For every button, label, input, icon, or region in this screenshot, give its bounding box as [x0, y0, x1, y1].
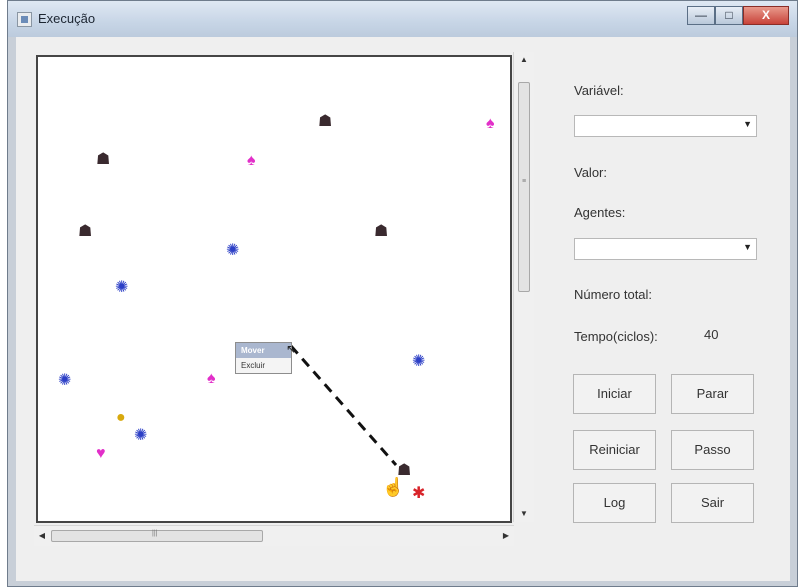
title-bar: Execução — □ X [8, 1, 797, 37]
scroll-left-icon[interactable]: ◀ [34, 526, 50, 546]
scroll-up-icon[interactable]: ▲ [514, 52, 534, 68]
java-app-icon [17, 12, 32, 27]
sair-button[interactable]: Sair [671, 483, 754, 523]
window-controls: — □ X [687, 6, 789, 26]
maximize-button[interactable]: □ [715, 6, 743, 25]
window-title: Execução [38, 11, 96, 26]
vertical-scrollbar[interactable]: ▲ ≡ ▼ [513, 52, 534, 522]
context-menu-item-excluir[interactable]: Excluir [236, 358, 291, 373]
move-path-line [289, 345, 398, 466]
hand-cursor-icon: ☝ [382, 477, 405, 497]
passo-button[interactable]: Passo [671, 430, 754, 470]
agentes-label: Agentes: [574, 205, 626, 220]
context-menu: Mover Excluir [235, 342, 292, 374]
minimize-button[interactable]: — [687, 6, 715, 25]
tempo-label: Tempo(ciclos): [574, 329, 658, 344]
variavel-select[interactable]: ▼ [574, 115, 757, 137]
iniciar-button[interactable]: Iniciar [573, 374, 656, 414]
close-button[interactable]: X [743, 6, 789, 25]
valor-label: Valor: [574, 165, 607, 180]
context-menu-item-mover[interactable]: Mover [236, 343, 291, 358]
tempo-value: 40 [704, 327, 719, 342]
scroll-down-icon[interactable]: ▼ [514, 506, 534, 522]
chevron-down-icon: ▼ [743, 242, 752, 252]
horizontal-scrollbar[interactable]: ◀ ||| ▶ [34, 525, 514, 546]
chevron-down-icon: ▼ [743, 119, 752, 129]
agentes-select[interactable]: ▼ [574, 238, 757, 260]
scroll-right-icon[interactable]: ▶ [498, 526, 514, 546]
main-window: Execução — □ X ☗ ☗ ☗ ☗ ☗ ♠ ♠ ♠ ✺ ✺ ✺ ✺ ✺… [7, 0, 798, 587]
log-button[interactable]: Log [573, 483, 656, 523]
content-area: ☗ ☗ ☗ ☗ ☗ ♠ ♠ ♠ ✺ ✺ ✺ ✺ ✺ ● ♥ ✱ Mover Ex… [16, 37, 790, 581]
simulation-canvas[interactable]: ☗ ☗ ☗ ☗ ☗ ♠ ♠ ♠ ✺ ✺ ✺ ✺ ✺ ● ♥ ✱ Mover Ex… [36, 55, 512, 523]
numero-total-label: Número total: [574, 287, 653, 302]
vertical-scroll-thumb[interactable]: ≡ [518, 82, 530, 292]
pointer-cursor-icon: ↖ [286, 342, 297, 356]
parar-button[interactable]: Parar [671, 374, 754, 414]
reiniciar-button[interactable]: Reiniciar [573, 430, 656, 470]
variavel-label: Variável: [574, 83, 624, 98]
horizontal-scroll-thumb[interactable]: ||| [51, 530, 263, 542]
